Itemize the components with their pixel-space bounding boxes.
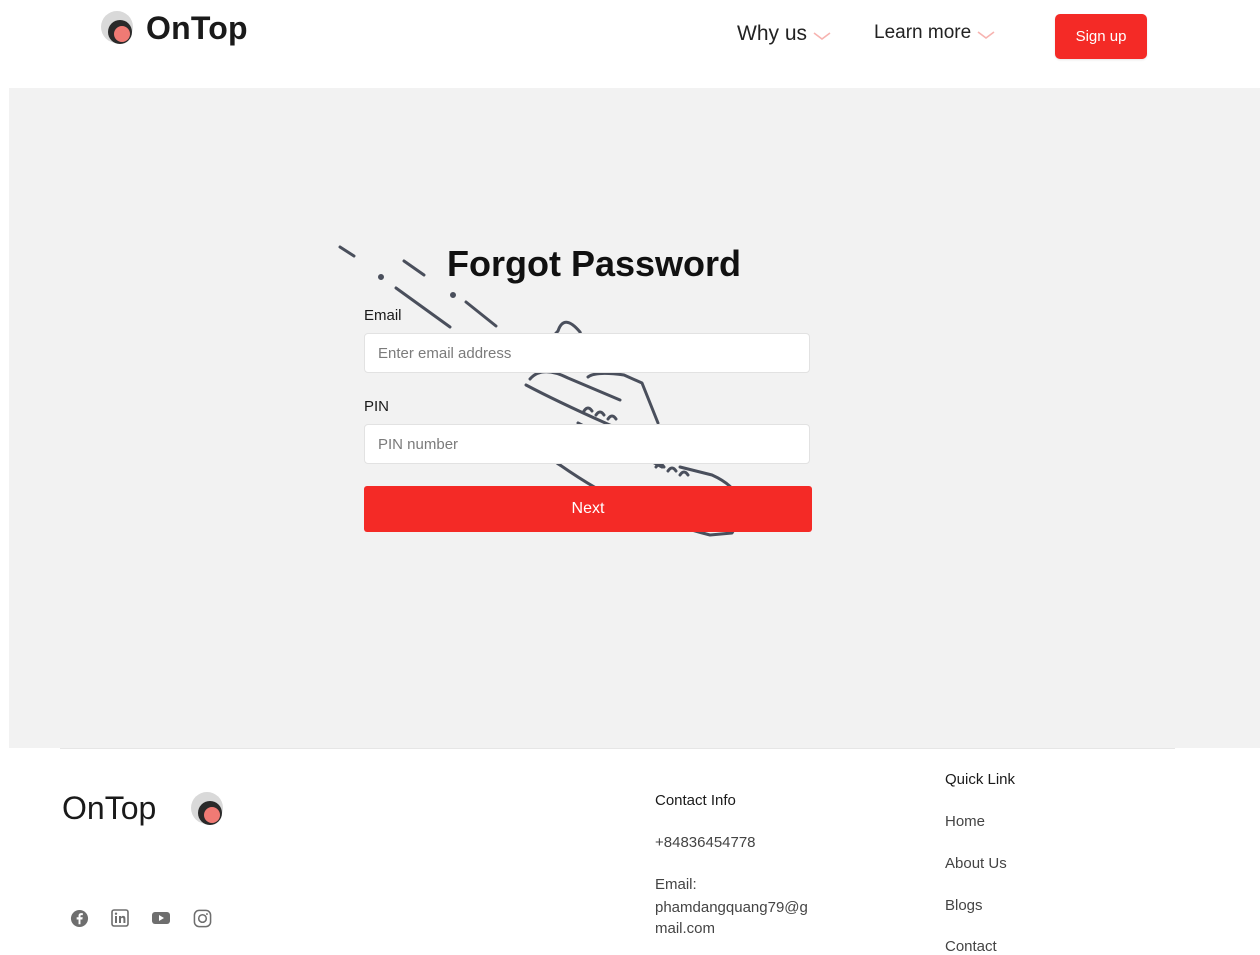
youtube-icon[interactable] <box>151 908 171 928</box>
instagram-icon[interactable] <box>192 908 212 928</box>
linkedin-icon[interactable] <box>110 908 130 928</box>
logo-mark-icon <box>101 10 133 44</box>
pin-field[interactable] <box>364 424 810 464</box>
facebook-icon[interactable] <box>69 908 89 928</box>
page-title: Forgot Password <box>447 243 742 284</box>
pin-label: PIN <box>364 398 390 415</box>
footer-logo-mark-icon <box>191 792 223 825</box>
email-label: Email <box>364 307 402 324</box>
next-button[interactable]: Next <box>364 486 812 532</box>
contact-email[interactable]: phamdangquang79@gmail.com <box>655 897 815 939</box>
quick-link-blogs[interactable]: Blogs <box>945 897 983 914</box>
brand-logo[interactable]: OnTop <box>100 10 248 47</box>
quick-link-contact[interactable]: Contact <box>945 938 997 955</box>
footer-brand-name: OnTop <box>62 790 157 826</box>
signup-button[interactable]: Sign up <box>1055 14 1147 59</box>
contact-info-title: Contact Info <box>655 792 736 809</box>
nav-learn-more-label: Learn more <box>874 22 972 43</box>
nav-learn-more[interactable]: Learn more <box>874 22 995 44</box>
nav-why-us[interactable]: Why us <box>737 22 831 46</box>
top-header: OnTop Why us Learn more Sign up <box>0 0 1260 88</box>
email-field[interactable] <box>364 333 810 373</box>
nav-why-us-label: Why us <box>737 22 808 45</box>
social-links <box>69 908 233 928</box>
footer-divider <box>60 748 1175 749</box>
contact-phone[interactable]: +84836454778 <box>655 834 756 851</box>
brand-name: OnTop <box>146 10 248 46</box>
quick-link-home[interactable]: Home <box>945 813 985 830</box>
quick-link-about-us[interactable]: About Us <box>945 855 1007 872</box>
contact-email-label: Email: <box>655 876 697 893</box>
chevron-down-icon <box>977 31 995 39</box>
quick-link-title: Quick Link <box>945 771 1016 788</box>
chevron-down-icon <box>813 32 831 40</box>
